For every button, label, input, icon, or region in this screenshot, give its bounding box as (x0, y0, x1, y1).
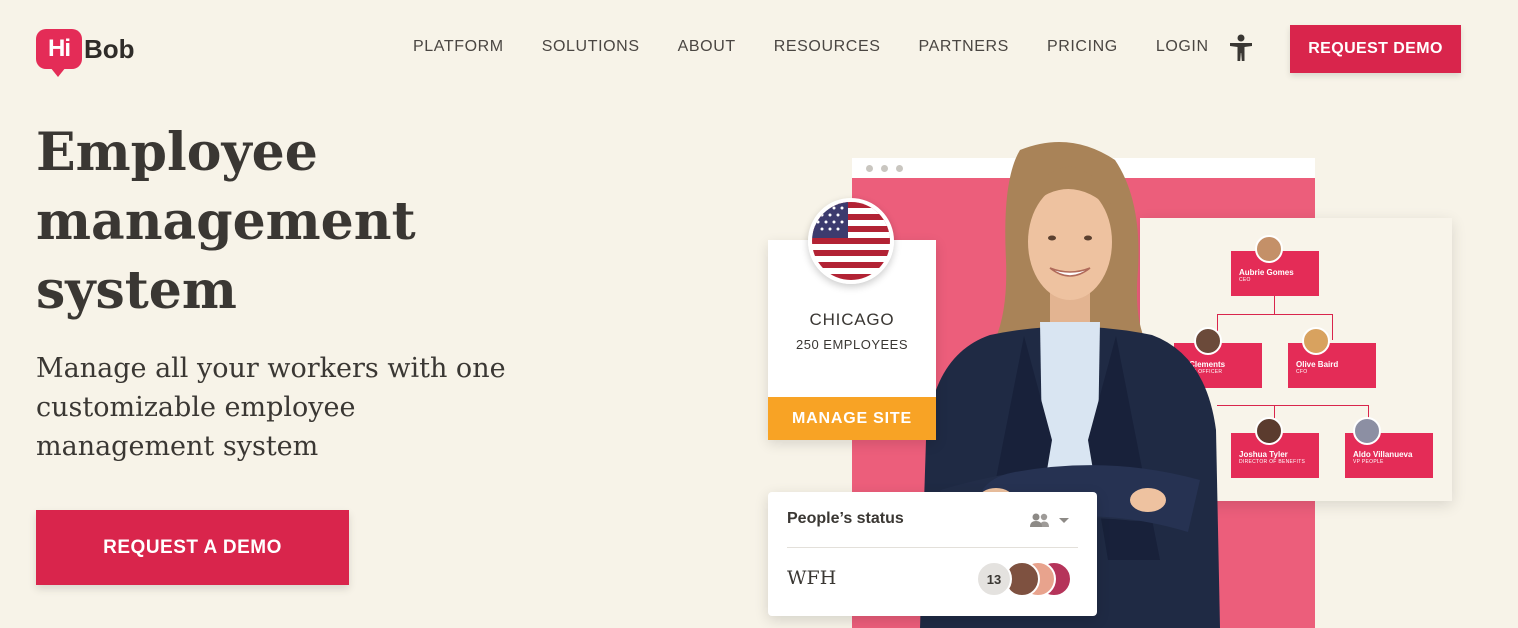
site-city: CHICAGO (809, 310, 895, 329)
avatar (1302, 327, 1330, 355)
org-node-role: VP PEOPLE (1353, 459, 1384, 465)
logo-hi: Hi (48, 35, 71, 62)
avatar (1255, 235, 1283, 263)
org-node-name: Aubrie Gomes (1239, 268, 1294, 277)
logo-text: Bob (84, 33, 135, 64)
org-node-role: CFO (1296, 369, 1308, 375)
request-demo-button[interactable]: REQUEST DEMO (1290, 25, 1461, 73)
org-node-ceo[interactable]: Aubrie Gomes CEO (1231, 235, 1319, 296)
us-flag-icon (808, 198, 894, 284)
org-node-vp-people[interactable]: Aldo Villanueva VP PEOPLE (1345, 417, 1433, 478)
page-title: Employee management system (36, 122, 416, 321)
org-node-name: Joshua Tyler (1239, 450, 1288, 459)
org-node-cfo[interactable]: Olive Baird CFO (1288, 327, 1376, 388)
chevron-down-icon (1059, 518, 1069, 523)
nav-login[interactable]: LOGIN (1156, 38, 1209, 56)
avatar (1353, 417, 1381, 445)
people-icon (1030, 513, 1049, 527)
manage-site-button[interactable]: MANAGE SITE (768, 397, 936, 440)
window-dot-icon (896, 165, 903, 172)
main-nav: PLATFORM SOLUTIONS ABOUT RESOURCES PARTN… (413, 38, 1247, 56)
nav-platform[interactable]: PLATFORM (413, 38, 504, 56)
nav-pricing[interactable]: PRICING (1047, 38, 1118, 56)
site-employee-count: 250 EMPLOYEES (796, 337, 908, 352)
nav-partners[interactable]: PARTNERS (919, 38, 1009, 56)
status-wfh-label: WFH (787, 567, 837, 589)
nav-about[interactable]: ABOUT (678, 38, 736, 56)
hero-subtitle: Manage all your workers with one customi… (36, 353, 506, 462)
people-filter-dropdown[interactable] (1030, 511, 1072, 529)
logo-mark: Hi (36, 29, 82, 77)
divider (787, 547, 1078, 548)
org-node-role: CEO (1239, 277, 1251, 283)
org-node-role: DIRECTOR OF BENEFITS (1239, 459, 1306, 465)
org-connector (1332, 314, 1333, 340)
accessibility-icon[interactable] (1228, 34, 1254, 62)
nav-solutions[interactable]: SOLUTIONS (542, 38, 640, 56)
org-connector (1274, 296, 1275, 314)
avatar (1255, 417, 1283, 445)
nav-resources[interactable]: RESOURCES (774, 38, 881, 56)
status-card-title: People’s status (787, 510, 904, 527)
org-node-name: Aldo Villanueva (1353, 450, 1413, 459)
hibob-logo[interactable]: Hi Bob (36, 26, 135, 77)
org-node-director-benefits[interactable]: Joshua Tyler DIRECTOR OF BENEFITS (1231, 417, 1319, 478)
org-connector (1217, 314, 1332, 315)
org-connector (1217, 405, 1369, 406)
request-a-demo-button[interactable]: REQUEST A DEMO (36, 510, 349, 585)
org-node-name: Olive Baird (1296, 360, 1339, 369)
window-dot-icon (866, 165, 873, 172)
status-count-badge[interactable]: 13 (976, 561, 1012, 597)
window-dot-icon (881, 165, 888, 172)
